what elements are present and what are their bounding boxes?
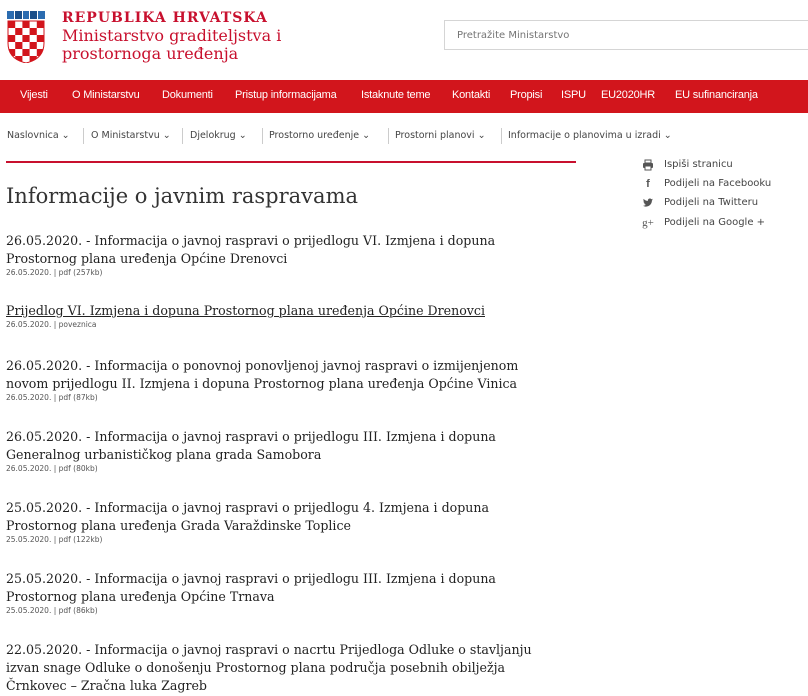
breadcrumb-o-ministarstvu[interactable]: O Ministarstvu ⌄ xyxy=(91,130,171,141)
ministry-name-line2: prostornoga uređenja xyxy=(62,44,239,63)
page-title: Informacije o javnim raspravama xyxy=(6,184,358,208)
title-divider xyxy=(6,161,576,163)
breadcrumb: Naslovnica ⌄ O Ministarstvu ⌄ Djelokrug … xyxy=(0,124,808,148)
search-input[interactable] xyxy=(444,20,808,50)
item-title-line: 22.05.2020. - Informacija o javnoj raspr… xyxy=(6,642,532,657)
item-title-line: Črnkovec – Zračna luka Zagreb xyxy=(6,678,207,693)
ministry-name[interactable]: Ministarstvo graditeljstva i prostornoga… xyxy=(62,27,322,63)
item-title-link[interactable]: 22.05.2020. - Informacija o javnoj raspr… xyxy=(6,641,586,695)
item-title-link[interactable]: Prijedlog VI. Izmjena i dopuna Prostorno… xyxy=(6,302,586,320)
breadcrumb-prostorno-uredenje[interactable]: Prostorno uređenje ⌄ xyxy=(269,130,370,141)
item-title-line: izvan snage Odluke o donošenju Prostorno… xyxy=(6,660,506,675)
item-title-link[interactable]: 26.05.2020. - Informacija o ponovnoj pon… xyxy=(6,357,586,393)
print-page-label: Ispiši stranicu xyxy=(664,159,733,170)
nav-vijesti[interactable]: Vijesti xyxy=(20,89,48,101)
croatian-coat-of-arms-logo[interactable] xyxy=(6,11,46,63)
item-title-line: novom prijedlogu II. Izmjena i dopuna Pr… xyxy=(6,376,518,391)
item-meta: 25.05.2020. | pdf (122kb) xyxy=(6,535,103,544)
list-item: 25.05.2020. - Informacija o javnoj raspr… xyxy=(6,570,586,616)
nav-istaknute-teme[interactable]: Istaknute teme xyxy=(361,89,431,101)
breadcrumb-separator xyxy=(388,128,389,144)
share-google-label: Podijeli na Google + xyxy=(664,217,766,228)
breadcrumb-djelokrug[interactable]: Djelokrug ⌄ xyxy=(190,130,247,141)
breadcrumb-separator xyxy=(182,128,183,144)
item-meta: 25.05.2020. | pdf (86kb) xyxy=(6,606,98,615)
item-meta: 26.05.2020. | pdf (87kb) xyxy=(6,393,98,402)
nav-eu2020hr[interactable]: EU2020HR xyxy=(601,89,655,101)
google-plus-icon: g+ xyxy=(642,217,654,229)
item-title-link[interactable]: 26.05.2020. - Informacija o javnoj raspr… xyxy=(6,428,586,464)
item-title-line: 26.05.2020. - Informacija o ponovnoj pon… xyxy=(6,358,519,373)
breadcrumb-separator xyxy=(262,128,263,144)
breadcrumb-separator xyxy=(83,128,84,144)
list-item: 26.05.2020. - Informacija o javnoj raspr… xyxy=(6,428,586,474)
item-title-line: 26.05.2020. - Informacija o javnoj raspr… xyxy=(6,429,496,444)
ministry-name-line1: Ministarstvo graditeljstva i xyxy=(62,26,282,45)
item-title-line: Prostornog plana uređenja Općine Trnava xyxy=(6,589,275,604)
item-title-line: Prijedlog VI. Izmjena i dopuna Prostorno… xyxy=(6,303,485,318)
breadcrumb-naslovnica[interactable]: Naslovnica ⌄ xyxy=(7,130,70,141)
nav-dokumenti[interactable]: Dokumenti xyxy=(162,89,213,101)
item-title-line: 26.05.2020. - Informacija o javnoj raspr… xyxy=(6,233,496,248)
facebook-icon: f xyxy=(646,178,650,190)
list-item: 26.05.2020. - Informacija o ponovnoj pon… xyxy=(6,357,586,403)
list-item: 22.05.2020. - Informacija o javnoj raspr… xyxy=(6,641,586,695)
breadcrumb-informacije-o-planovima[interactable]: Informacije o planovima u izradi ⌄ xyxy=(508,130,672,141)
item-title-line: 25.05.2020. - Informacija o javnoj raspr… xyxy=(6,571,496,586)
item-title-link[interactable]: 25.05.2020. - Informacija o javnoj raspr… xyxy=(6,570,586,606)
item-title-line: Generalnog urbanističkog plana grada Sam… xyxy=(6,447,322,462)
nav-pristup-informacijama[interactable]: Pristup informacijama xyxy=(235,89,337,101)
printer-icon xyxy=(642,159,654,171)
item-title-line: Prostornog plana uređenja Općine Drenovc… xyxy=(6,251,288,266)
item-title-link[interactable]: 26.05.2020. - Informacija o javnoj raspr… xyxy=(6,232,586,268)
nav-o-ministarstvu[interactable]: O Ministarstvu xyxy=(72,89,140,101)
site-header: REPUBLIKA HRVATSKA Ministarstvo graditel… xyxy=(0,0,808,72)
nav-eu-sufinanciranja[interactable]: EU sufinanciranja xyxy=(675,89,758,101)
nav-ispu[interactable]: ISPU xyxy=(561,89,586,101)
share-facebook-label: Podijeli na Facebooku xyxy=(664,178,772,189)
country-name: REPUBLIKA HRVATSKA xyxy=(62,10,268,26)
breadcrumb-prostorni-planovi[interactable]: Prostorni planovi ⌄ xyxy=(395,130,486,141)
item-title-link[interactable]: 25.05.2020. - Informacija o javnoj raspr… xyxy=(6,499,586,535)
main-navigation: Vijesti O Ministarstvu Dokumenti Pristup… xyxy=(0,80,808,113)
share-twitter-label: Podijeli na Twitteru xyxy=(664,197,759,208)
nav-propisi[interactable]: Propisi xyxy=(510,89,542,101)
item-meta: 26.05.2020. | poveznica xyxy=(6,320,97,329)
list-item: 26.05.2020. - Informacija o javnoj raspr… xyxy=(6,232,586,278)
nav-kontakti[interactable]: Kontakti xyxy=(452,89,490,101)
item-meta: 26.05.2020. | pdf (80kb) xyxy=(6,464,98,473)
item-title-line: 25.05.2020. - Informacija o javnoj raspr… xyxy=(6,500,490,515)
breadcrumb-separator xyxy=(501,128,502,144)
item-title-line: Prostornog plana uređenja Grada Varaždin… xyxy=(6,518,351,533)
twitter-icon xyxy=(642,197,654,209)
list-item: 25.05.2020. - Informacija o javnoj raspr… xyxy=(6,499,586,545)
list-item: Prijedlog VI. Izmjena i dopuna Prostorno… xyxy=(6,302,586,330)
item-meta: 26.05.2020. | pdf (257kb) xyxy=(6,268,103,277)
